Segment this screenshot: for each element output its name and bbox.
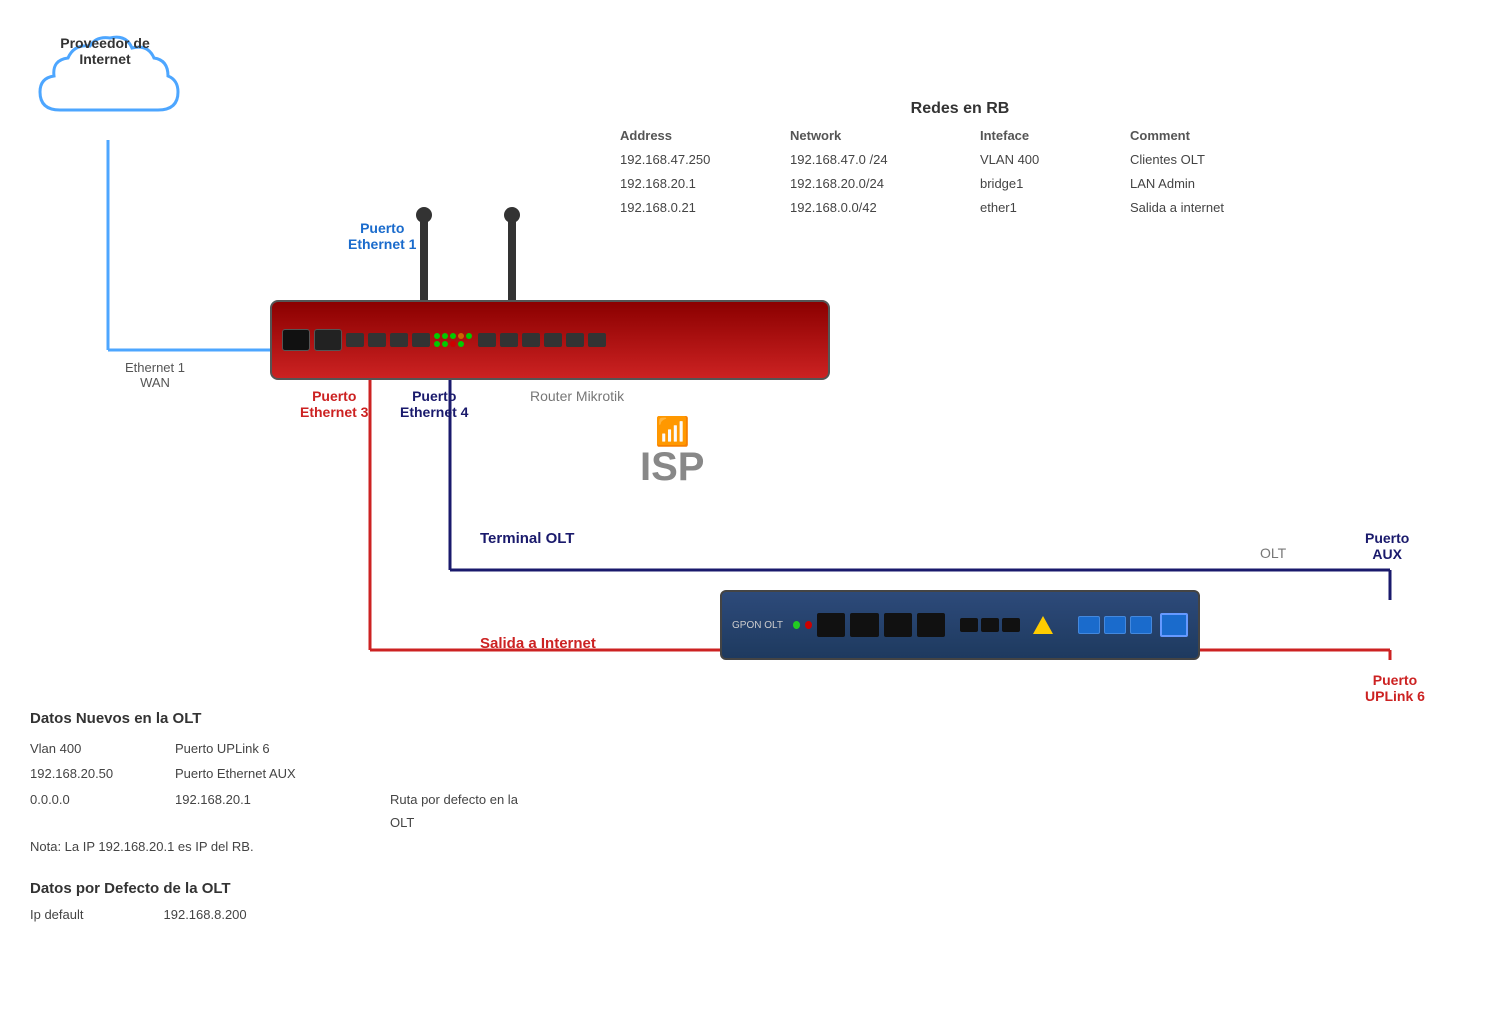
dn-row2-col2: Puerto Ethernet AUX <box>175 762 375 785</box>
olt-device: GPON OLT <box>720 590 1200 660</box>
router-sfp-port <box>314 329 342 351</box>
datos-nuevos-grid: Vlan 400 Puerto UPLink 6 192.168.20.50 P… <box>30 737 545 835</box>
cell-comment-1: Clientes OLT <box>1130 149 1300 171</box>
port-eth3-label: Puerto Ethernet 3 <box>300 388 368 420</box>
cell-network-3: 192.168.0.0/42 <box>790 197 970 219</box>
router-mikrotik <box>270 300 830 380</box>
router-ports <box>272 302 828 378</box>
olt-small-2 <box>981 618 999 632</box>
olt-ports-row: GPON OLT <box>722 592 1198 658</box>
router-eth-port-1 <box>346 333 364 347</box>
col-header-network: Network <box>790 128 970 143</box>
dn-row3-col3: Ruta por defecto en la OLT <box>390 788 530 835</box>
dn-row2-col3 <box>390 762 530 785</box>
olt-led-1 <box>793 621 800 629</box>
datos-defecto-row: Ip default 192.168.8.200 <box>30 907 247 922</box>
router-eth-port-9 <box>566 333 584 347</box>
olt-uplink-port <box>1160 613 1188 637</box>
olt-small-1 <box>960 618 978 632</box>
olt-aux-ports-group <box>1078 613 1188 637</box>
datos-nuevos-nota: Nota: La IP 192.168.20.1 es IP del RB. <box>30 839 545 854</box>
dn-row1-col1: Vlan 400 <box>30 737 160 760</box>
cell-comment-3: Salida a internet <box>1130 197 1300 219</box>
router-usb-port <box>282 329 310 351</box>
terminal-olt-label: Terminal OLT <box>480 530 574 547</box>
olt-small-ports <box>960 618 1020 632</box>
salida-internet-label: Salida a Internet <box>480 635 596 652</box>
antenna-right <box>508 215 516 305</box>
olt-aux-port-1 <box>1078 616 1100 634</box>
olt-led-2 <box>805 621 812 629</box>
redes-rb-table: Redes en RB Address Network Inteface Com… <box>620 100 1300 219</box>
port-eth1-label: Puerto Ethernet 1 <box>348 220 416 252</box>
olt-aux-port-3 <box>1130 616 1152 634</box>
eth1-wan-label: Ethernet 1 WAN <box>125 360 185 390</box>
cell-comment-2: LAN Admin <box>1130 173 1300 195</box>
cell-inteface-2: bridge1 <box>980 173 1120 195</box>
isp-label: ISP <box>640 445 704 490</box>
olt-gpon-label: GPON OLT <box>732 620 783 631</box>
datos-defecto-section: Datos por Defecto de la OLT Ip default 1… <box>30 880 247 922</box>
cloud-label: Proveedor de Internet <box>45 35 165 67</box>
router-eth-port-10 <box>588 333 606 347</box>
router-antennas <box>420 215 516 305</box>
datos-defecto-title: Datos por Defecto de la OLT <box>30 880 247 897</box>
router-label: Router Mikrotik <box>530 388 624 404</box>
olt-sfp-2 <box>850 613 878 637</box>
router-eth-port-8 <box>544 333 562 347</box>
redes-rb-title: Redes en RB <box>620 100 1300 118</box>
dn-row1-col3 <box>390 737 530 760</box>
redes-rb-grid: Address Network Inteface Comment 192.168… <box>620 128 1300 219</box>
col-header-comment: Comment <box>1130 128 1300 143</box>
dn-row1-col2: Puerto UPLink 6 <box>175 737 375 760</box>
olt-sfp-3 <box>884 613 912 637</box>
col-header-inteface: Inteface <box>980 128 1120 143</box>
cell-inteface-1: VLAN 400 <box>980 149 1120 171</box>
dn-row3-col2: 192.168.20.1 <box>175 788 375 835</box>
cell-network-2: 192.168.20.0/24 <box>790 173 970 195</box>
dn-row3-col1: 0.0.0.0 <box>30 788 160 835</box>
router-eth-port-5 <box>478 333 496 347</box>
cell-address-2: 192.168.20.1 <box>620 173 780 195</box>
cell-address-3: 192.168.0.21 <box>620 197 780 219</box>
datos-defecto-label: Ip default <box>30 907 84 922</box>
olt-sfp-4 <box>917 613 945 637</box>
isp-wifi-icon: 📶 <box>655 415 690 448</box>
cell-address-1: 192.168.47.250 <box>620 149 780 171</box>
datos-nuevos-title: Datos Nuevos en la OLT <box>30 710 545 727</box>
cell-network-1: 192.168.47.0 /24 <box>790 149 970 171</box>
port-uplink6-label: Puerto UPLink 6 <box>1365 672 1425 704</box>
datos-nuevos-section: Datos Nuevos en la OLT Vlan 400 Puerto U… <box>30 710 545 854</box>
router-eth-port-3 <box>390 333 408 347</box>
olt-small-3 <box>1002 618 1020 632</box>
port-aux-label: Puerto AUX <box>1365 530 1409 562</box>
diagram-container: Proveedor de Internet Ethernet 1 WAN Pue… <box>0 0 1500 1031</box>
antenna-left <box>420 215 428 305</box>
olt-warning-triangle <box>1033 616 1053 634</box>
olt-device-label: OLT <box>1260 545 1286 561</box>
router-eth-port-2 <box>368 333 386 347</box>
router-eth-port-7 <box>522 333 540 347</box>
olt-aux-port-2 <box>1104 616 1126 634</box>
olt-sfp-1 <box>817 613 845 637</box>
dn-row2-col1: 192.168.20.50 <box>30 762 160 785</box>
router-led-group <box>434 333 474 347</box>
datos-defecto-value: 192.168.8.200 <box>164 907 247 922</box>
router-eth-port-4 <box>412 333 430 347</box>
cell-inteface-3: ether1 <box>980 197 1120 219</box>
router-eth-port-6 <box>500 333 518 347</box>
port-eth4-label: Puerto Ethernet 4 <box>400 388 468 420</box>
col-header-address: Address <box>620 128 780 143</box>
